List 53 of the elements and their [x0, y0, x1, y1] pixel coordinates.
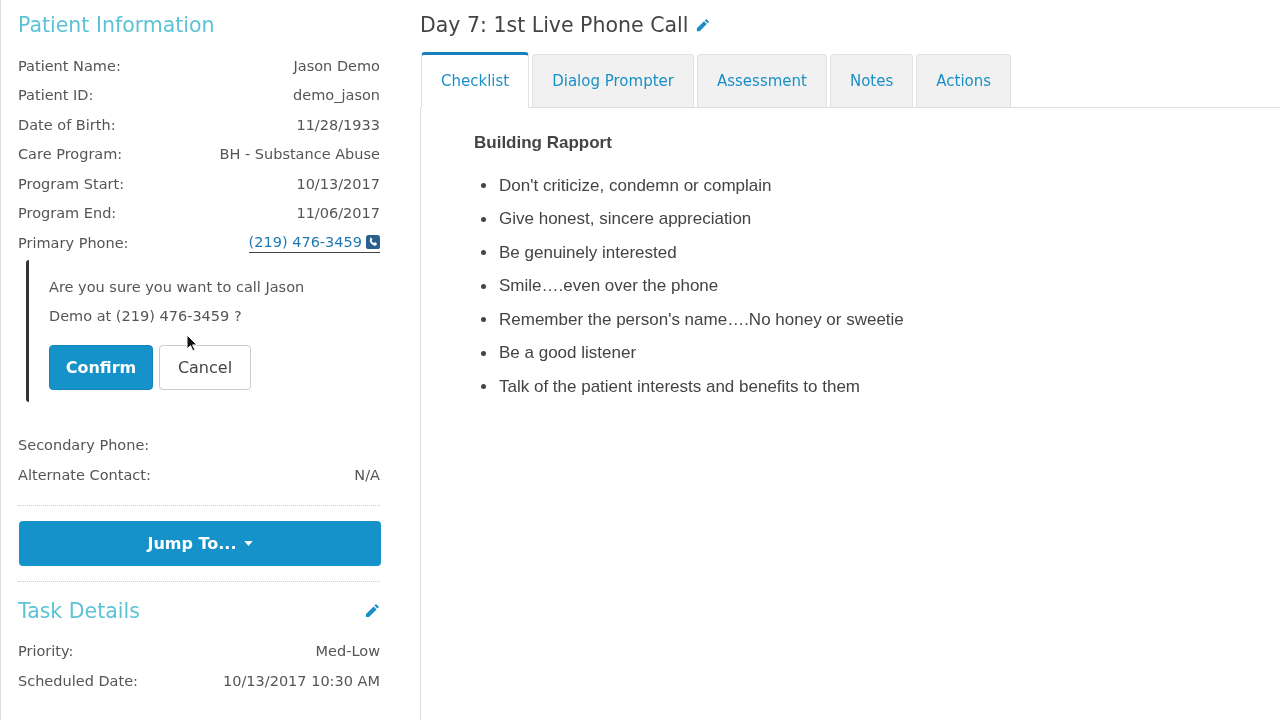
section-heading: Task Details [18, 597, 140, 625]
confirm-message: Are you sure you want to call Jason Demo at (219) 476-3459 ? [49, 277, 306, 326]
checklist-item: Remember the person's name….No honey or sweetie [499, 309, 904, 330]
checklist-item: Talk of the patient interests and benefits to them [499, 376, 860, 397]
field-label: Program End: [18, 205, 117, 222]
checklist-item: Be a good listener [499, 343, 637, 364]
checklist-item: Don't criticize, condemn or complain [499, 175, 772, 196]
bullet-icon [481, 384, 486, 390]
pencil-icon[interactable] [364, 602, 380, 619]
caret-icon [243, 540, 253, 546]
field-value: 10/13/2017 10:30 AM [223, 672, 380, 689]
field-label: Patient ID: [18, 87, 94, 104]
jump-to-button[interactable]: Jump To... [19, 520, 381, 566]
tab[interactable]: Checklist [421, 52, 530, 108]
phone-icon [366, 235, 380, 250]
section-heading: Patient Information [18, 12, 216, 39]
field-value: demo_jason [293, 87, 380, 104]
cancel-button[interactable]: Cancel [159, 344, 251, 390]
bullet-icon [481, 216, 486, 222]
field-label: Priority: [18, 643, 74, 660]
field-value: 11/06/2017 [296, 205, 380, 222]
tab[interactable]: Notes [829, 54, 914, 108]
field-value: Jason Demo [293, 57, 380, 74]
field-value: 11/28/1933 [296, 116, 380, 133]
tab[interactable]: Assessment [696, 54, 827, 108]
bullet-icon [481, 183, 486, 189]
checklist-item: Be genuinely interested [499, 242, 677, 263]
task-title: Day 7: 1st Live Phone Call [420, 12, 689, 39]
checklist-heading: Building Rapport [474, 132, 613, 154]
field-label: Secondary Phone: [18, 437, 150, 454]
field-value: Med-Low [315, 643, 380, 660]
bullet-icon [481, 283, 486, 289]
field-label: Scheduled Date: [18, 672, 138, 689]
bullet-icon [481, 250, 486, 256]
bullet-icon [481, 317, 486, 323]
bullet-icon [481, 350, 486, 356]
tab[interactable]: Dialog Prompter [532, 54, 694, 108]
field-value: 10/13/2017 [296, 175, 380, 192]
tab[interactable]: Actions [916, 54, 1012, 108]
checklist-item: Give honest, sincere appreciation [499, 209, 752, 230]
mouse-cursor-icon [186, 334, 198, 352]
field-label: Patient Name: [18, 57, 121, 74]
field-label: Care Program: [18, 146, 123, 163]
field-label: Primary Phone: [18, 234, 129, 251]
field-value: BH - Substance Abuse [219, 146, 380, 163]
field-value: N/A [354, 466, 380, 483]
phone-link[interactable]: (219) 476-3459 [248, 232, 380, 254]
checklist-item: Smile….even over the phone [499, 276, 719, 297]
confirm-button[interactable]: Confirm [49, 344, 153, 390]
field-label: Alternate Contact: [18, 466, 151, 483]
pencil-icon[interactable] [695, 17, 711, 33]
field-label: Program Start: [18, 175, 125, 192]
field-label: Date of Birth: [18, 116, 116, 133]
